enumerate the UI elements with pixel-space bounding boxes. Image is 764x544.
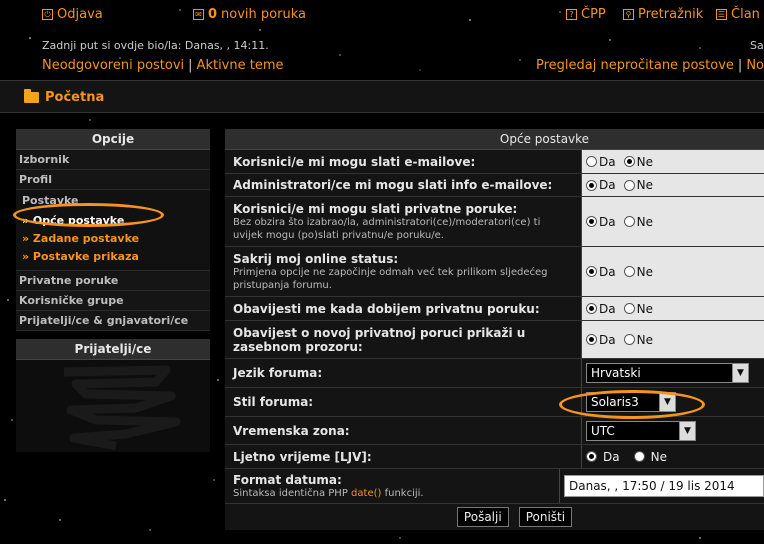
setting-explain: Primjena opcije ne započinje odmah već t…: [233, 266, 548, 291]
radio-no[interactable]: Ne: [623, 178, 653, 192]
highlight-ellipse-style-select: [559, 390, 705, 419]
message-icon: ✉: [193, 9, 204, 20]
new-posts-link[interactable]: Nov: [746, 58, 764, 73]
form-title: Opće postavke: [225, 129, 764, 150]
radio-no[interactable]: Ne: [623, 155, 653, 169]
timezone-select[interactable]: UTC ▼: [586, 420, 696, 441]
options-title: Opcije: [16, 129, 210, 150]
radio-no[interactable]: Ne: [623, 265, 653, 279]
setting-row-dst: Ljetno vrijeme [LJV]: Da Ne: [225, 445, 764, 469]
link-separator: |: [188, 58, 193, 73]
home-link[interactable]: Početna: [24, 89, 105, 105]
php-date-link[interactable]: date(): [351, 488, 381, 499]
setting-row-email: Korisnici/e mi mogu slati e-mailove: Da …: [225, 150, 764, 174]
setting-label: Vremenska zona:: [233, 423, 350, 438]
setting-row-admin-email: Administratori/ce mi mogu slati info e-m…: [225, 174, 764, 197]
setting-label: Sakrij moj online status:: [233, 251, 399, 266]
date-format-input[interactable]: Danas, , 17:50 / 19 lis 2014: [564, 475, 764, 497]
sidebar-item-privatne-poruke[interactable]: Privatne poruke: [16, 271, 210, 291]
sidebar-item-prijatelji[interactable]: Prijatelji/ce & gnjavatori/ce: [16, 311, 210, 331]
chevron-down-icon: ▼: [679, 421, 695, 440]
members-label: Član: [731, 7, 760, 22]
setting-label: Jezik foruma:: [233, 366, 323, 380]
setting-label: Korisnici/e mi mogu slati e-mailove:: [233, 154, 476, 169]
breadcrumb: Početna: [0, 80, 764, 113]
setting-label: Ljetno vrijeme [LJV]:: [233, 449, 372, 464]
setting-row-notify-pm: Obavijesti me kada dobijem privatnu poru…: [225, 297, 764, 321]
form-buttons: Pošalji Poništi: [225, 504, 764, 530]
radio-yes[interactable]: Da: [586, 302, 616, 316]
view-unread-link[interactable]: Pregledaj nepročitane postove: [536, 58, 734, 73]
setting-row-language: Jezik foruma: Hrvatski ▼: [225, 359, 764, 388]
radio-no[interactable]: Ne: [623, 302, 653, 316]
postavke-group: Postavke » Opće postavke » Zadane postav…: [16, 190, 210, 271]
radio-yes[interactable]: Da: [586, 450, 620, 464]
setting-row-popup-pm: Obavijest o novoj privatnoj poruci prika…: [225, 321, 764, 359]
radio-no[interactable]: Ne: [623, 215, 653, 229]
active-topics-link[interactable]: Aktivne teme: [197, 58, 284, 73]
radio-yes[interactable]: Da: [586, 215, 616, 229]
sidebar-item-korisnicke-grupe[interactable]: Korisničke grupe: [16, 291, 210, 311]
members-icon: ☰: [716, 9, 727, 20]
radio-yes[interactable]: Da: [586, 155, 616, 169]
redacted-friends-scribble: [63, 365, 181, 451]
friends-title: Prijatelji/ce: [16, 339, 210, 360]
unanswered-posts-link[interactable]: Neodgovoreni postovi: [42, 58, 184, 73]
setting-row-timezone: Vremenska zona: UTC ▼: [225, 417, 764, 445]
logout-label: Odjava: [57, 7, 103, 22]
setting-row-date-format: Format datuma: Sintaksa identična PHP da…: [225, 469, 764, 504]
setting-label: Format datuma:: [233, 472, 342, 487]
setting-label: Administratori/ce mi mogu slati info e-m…: [233, 178, 553, 192]
last-visit-right: Sa: [750, 39, 764, 52]
sidebar-item-postavke-prikaza[interactable]: » Postavke prikaza: [16, 248, 210, 266]
setting-row-private-messages: Korisnici/e mi mogu slati privatne poruk…: [225, 197, 764, 247]
sidebar-item-zadane-postavke[interactable]: » Zadane postavke: [16, 230, 210, 248]
setting-explain: Bez obzira što izabrao/la, administrator…: [233, 216, 541, 241]
sidebar: Opcije Izbornik Profil Postavke » Opće p…: [16, 129, 210, 452]
folder-icon: [24, 89, 39, 103]
radio-yes[interactable]: Da: [586, 178, 616, 192]
radio-yes[interactable]: Da: [586, 333, 616, 347]
radio-no[interactable]: Ne: [633, 450, 667, 464]
chevron-down-icon: ▼: [732, 364, 748, 382]
search-icon: ⚲: [623, 9, 634, 20]
radio-no[interactable]: Ne: [623, 333, 653, 347]
search-label: Pretražnik: [638, 7, 704, 22]
sidebar-item-profil[interactable]: Profil: [16, 170, 210, 190]
friends-list: [16, 360, 210, 452]
private-messages-link[interactable]: ✉ 0 novih poruka: [193, 7, 306, 22]
setting-explain: Sintaksa identična PHP date() funkciji.: [233, 487, 424, 499]
link-separator-2: |: [737, 58, 743, 73]
radio-yes[interactable]: Da: [586, 265, 616, 279]
faq-label: ČPP: [581, 7, 606, 22]
logout-link[interactable]: ⏻ Odjava: [42, 7, 103, 22]
highlight-ellipse-opce-postavke: [13, 203, 164, 227]
language-select[interactable]: Hrvatski ▼: [586, 363, 749, 383]
pm-text: novih poruka: [221, 7, 306, 22]
search-link[interactable]: ⚲ Pretražnik: [623, 7, 703, 22]
setting-label: Korisnici/e mi mogu slati privatne poruk…: [233, 201, 518, 216]
settings-form: Opće postavke Korisnici/e mi mogu slati …: [225, 129, 764, 530]
setting-label: Obavijesti me kada dobijem privatnu poru…: [233, 301, 540, 316]
question-icon: ?: [566, 9, 577, 20]
pm-count: 0: [208, 7, 218, 22]
reset-button[interactable]: Poništi: [518, 507, 573, 527]
setting-label: Obavijest o novoj privatnoj poruci prika…: [233, 325, 526, 354]
submit-button[interactable]: Pošalji: [456, 507, 509, 527]
home-label: Početna: [45, 90, 105, 105]
sidebar-item-izbornik[interactable]: Izbornik: [16, 150, 210, 170]
members-link[interactable]: ☰ Član: [716, 7, 760, 22]
setting-row-online-status: Sakrij moj online status: Primjena opcij…: [225, 247, 764, 297]
last-visit-text: Zadnji put si ovdje bio/la: Danas, , 14:…: [42, 39, 269, 52]
setting-label: Stil foruma:: [233, 395, 314, 409]
power-icon: ⏻: [42, 9, 53, 20]
faq-link[interactable]: ? ČPP: [566, 7, 606, 22]
